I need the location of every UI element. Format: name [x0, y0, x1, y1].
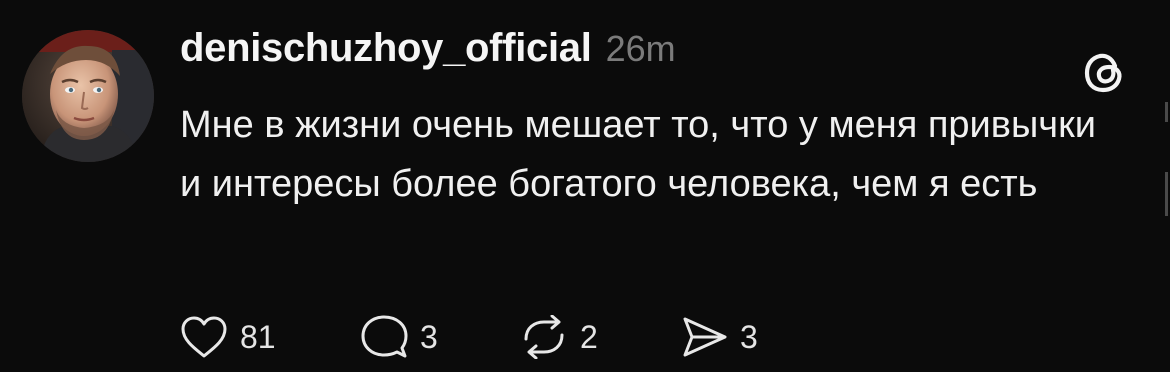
like-button[interactable]: 81: [180, 315, 360, 359]
repost-button[interactable]: 2: [520, 315, 680, 359]
timestamp: 26m: [605, 28, 676, 69]
post-text: Мне в жизни очень мешает то, что у меня …: [180, 104, 1096, 205]
comment-bubble-icon: [360, 314, 408, 360]
reply-button[interactable]: 3: [360, 314, 520, 360]
post-header: denischuzhoy_official 26m: [180, 26, 676, 76]
repost-icon: [520, 315, 568, 359]
edge-mark: [1165, 172, 1168, 216]
share-count: 3: [740, 318, 758, 355]
send-icon: [680, 315, 728, 359]
threads-post: denischuzhoy_official 26m Мне в жизни оч…: [0, 0, 1170, 372]
action-bar: 81 3 2 3: [180, 312, 758, 362]
username[interactable]: denischuzhoy_official: [180, 26, 592, 71]
heart-icon: [180, 315, 228, 359]
threads-logo-icon: [1082, 50, 1128, 96]
avatar[interactable]: [22, 30, 154, 162]
share-button[interactable]: 3: [680, 315, 758, 359]
repost-count: 2: [580, 318, 598, 355]
like-count: 81: [240, 318, 276, 355]
edge-mark: [1165, 102, 1168, 122]
reply-count: 3: [420, 318, 438, 355]
